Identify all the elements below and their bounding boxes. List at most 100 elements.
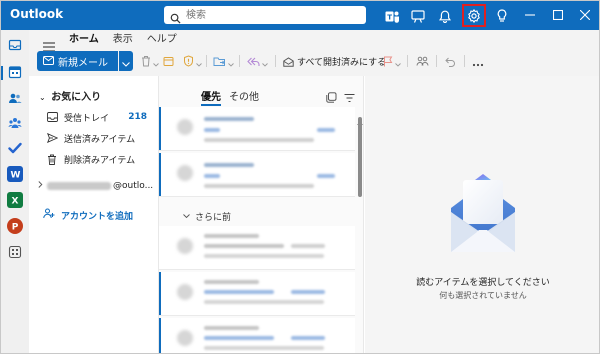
minimize-icon[interactable] (521, 6, 539, 24)
folder-item-sent[interactable]: 送信済みアイテム (47, 131, 135, 145)
chevron-down-icon (262, 52, 268, 71)
avatar (177, 284, 193, 300)
search-input[interactable] (186, 8, 356, 22)
ribbon: ホーム 表示 ヘルプ 新規メール すべて開封済みにする (29, 30, 599, 76)
filter-icon[interactable] (344, 88, 355, 107)
excel-app-icon[interactable]: X (7, 192, 23, 208)
unread-count: 218 (128, 112, 147, 122)
message-item[interactable] (159, 272, 355, 316)
title-bar: Outlook T (1, 1, 599, 30)
svg-text:T: T (387, 13, 392, 21)
powerpoint-app-icon[interactable]: P (7, 218, 23, 234)
word-app-icon[interactable]: W (7, 166, 23, 182)
new-mail-dropdown[interactable] (119, 51, 133, 71)
toolbar-separator (407, 55, 408, 67)
avatar (177, 165, 193, 181)
lightbulb-icon[interactable] (492, 6, 512, 26)
new-mail-label: 新規メール (58, 58, 108, 69)
scroll-down-arrow-icon[interactable] (357, 344, 363, 353)
message-item[interactable] (159, 107, 355, 151)
maximize-icon[interactable] (549, 6, 567, 24)
favorites-label: お気に入り (51, 92, 102, 103)
chevron-down-icon (228, 52, 234, 71)
people-share-icon (416, 52, 429, 71)
teams-icon[interactable]: T (382, 6, 402, 26)
mark-all-read-button[interactable]: すべて開封済みにする (283, 54, 386, 68)
account-name-redacted (47, 182, 111, 190)
group-header[interactable]: さらに前 (183, 210, 231, 223)
chevron-right-icon (38, 181, 43, 191)
mail-app-icon[interactable] (7, 37, 23, 53)
svg-text:P: P (12, 223, 19, 233)
folder-item-deleted[interactable]: 削除済みアイテム (47, 152, 135, 166)
whiteboard-icon[interactable] (408, 6, 428, 26)
delete-button[interactable] (141, 54, 159, 68)
calendar-app-icon[interactable] (7, 64, 23, 80)
favorites-header[interactable]: ⌄ お気に入り (39, 88, 101, 103)
toolbar-separator (239, 55, 240, 67)
folder-item-inbox[interactable]: 受信トレイ 218 (47, 110, 161, 124)
message-list: 優先 その他 さらに前 (158, 76, 364, 353)
mail-icon (43, 56, 54, 68)
chevron-down-icon (196, 52, 202, 71)
toolbar-separator (206, 55, 207, 67)
reply-all-icon (247, 52, 260, 71)
account-suffix: @outlo... (113, 181, 154, 191)
folder-item-label: 削除済みアイテム (64, 155, 136, 166)
ribbon-toolbar: 新規メール すべて開封済みにする (35, 51, 595, 71)
message-item[interactable] (159, 318, 355, 353)
toolbar-separator (464, 55, 465, 67)
select-mode-icon[interactable] (326, 88, 337, 107)
more-apps-icon[interactable] (7, 244, 23, 260)
inbox-icon (47, 112, 58, 122)
close-icon[interactable] (576, 6, 594, 24)
send-icon (47, 133, 58, 143)
archive-button[interactable] (163, 54, 174, 68)
tab-other[interactable]: その他 (229, 88, 259, 103)
bell-icon[interactable] (435, 6, 455, 26)
flag-icon (383, 52, 393, 71)
ribbon-tabs: ホーム 表示 ヘルプ (69, 33, 177, 54)
people-app-icon[interactable] (7, 90, 23, 106)
folder-item-label: 送信済みアイテム (64, 134, 136, 145)
settings-gear-icon[interactable] (462, 4, 486, 27)
tab-focused[interactable]: 優先 (201, 88, 221, 106)
message-item[interactable] (159, 226, 355, 270)
open-envelope-illustration (443, 172, 523, 264)
avatar (177, 238, 193, 254)
account-folder[interactable]: @outlo... (38, 181, 153, 191)
toolbar-separator (275, 55, 276, 67)
person-add-icon (43, 208, 55, 222)
avatar (177, 330, 193, 346)
reply-all-button[interactable] (247, 54, 268, 68)
search-icon (170, 9, 181, 28)
move-button[interactable] (213, 54, 234, 68)
app-rail: W X P (1, 30, 29, 353)
svg-text:X: X (12, 197, 19, 207)
report-button[interactable] (183, 54, 202, 68)
tab-view[interactable]: 表示 (113, 33, 133, 51)
scrollbar-thumb[interactable] (358, 117, 362, 197)
svg-text:W: W (11, 171, 21, 181)
outlook-window: Outlook T (0, 0, 600, 354)
add-account-link[interactable]: アカウントを追加 (43, 208, 133, 222)
more-options-button[interactable] (472, 54, 484, 68)
mark-all-read-label: すべて開封済みにする (297, 57, 387, 68)
todo-app-icon[interactable] (7, 140, 23, 156)
tab-home[interactable]: ホーム (69, 33, 99, 54)
tab-help[interactable]: ヘルプ (147, 33, 177, 51)
archive-icon (163, 52, 174, 71)
toolbar-separator (436, 55, 437, 67)
share-teams-button[interactable] (416, 54, 429, 68)
inbox-tabs: 優先 その他 (201, 88, 259, 106)
undo-button[interactable] (445, 54, 456, 68)
empty-state-subtitle: 何も選択されていません (439, 291, 527, 300)
new-mail-button[interactable]: 新規メール (37, 51, 118, 71)
folder-move-icon (213, 52, 226, 71)
add-account-label: アカウントを追加 (61, 211, 134, 222)
flag-button[interactable] (383, 54, 401, 68)
message-item[interactable] (159, 153, 355, 197)
groups-app-icon[interactable] (7, 115, 23, 131)
chevron-down-icon (395, 52, 401, 71)
search-box[interactable] (164, 6, 366, 24)
